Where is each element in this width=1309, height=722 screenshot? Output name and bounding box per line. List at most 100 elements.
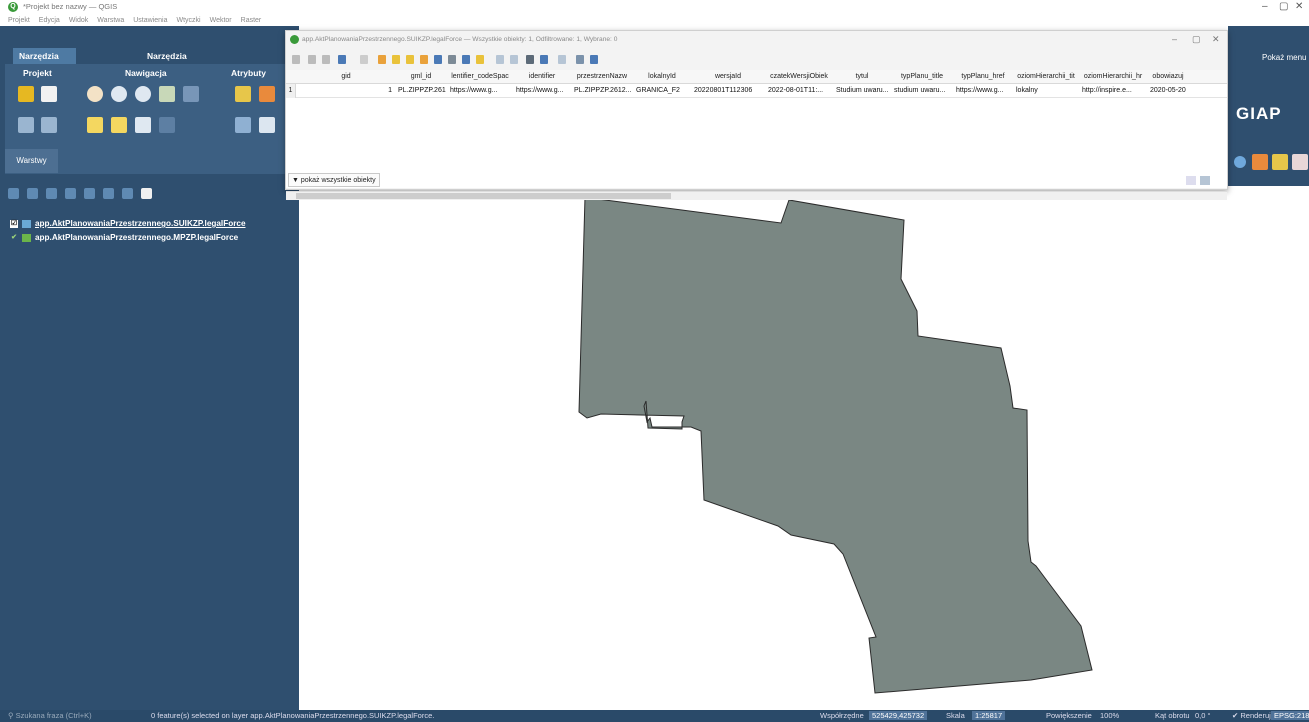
table-cell[interactable]: studium uwaru... bbox=[892, 84, 952, 98]
attribute-table-window[interactable]: app.AktPlanowaniaPrzestrzennego.SUIKZP.l… bbox=[285, 30, 1228, 200]
locator-search-input[interactable]: ⚲ Szukana fraza (Ctrl+K) bbox=[8, 711, 92, 720]
expand-all-icon[interactable] bbox=[103, 188, 114, 199]
remove-layer-icon[interactable] bbox=[141, 188, 152, 199]
layer-checkbox[interactable]: ✔ bbox=[10, 234, 18, 242]
table-cell[interactable]: https://www.g... bbox=[448, 84, 512, 98]
delete-field-icon[interactable] bbox=[540, 55, 548, 64]
table-cell[interactable]: GRANICA_F2 bbox=[634, 84, 690, 98]
table-view-icon[interactable] bbox=[1200, 176, 1210, 185]
show-all-features-button[interactable]: ▼ pokaż wszystkie obiekty bbox=[288, 173, 380, 187]
attr-close-button[interactable]: ✕ bbox=[1212, 34, 1220, 45]
table-cell[interactable]: PL.ZIPPZP.2612... bbox=[572, 84, 632, 98]
manage-map-themes-icon[interactable] bbox=[46, 188, 57, 199]
column-header[interactable]: typPlanu_title bbox=[892, 70, 952, 84]
row-number[interactable]: 1 bbox=[286, 84, 296, 98]
layer-item-suikzp[interactable]: ☑ app.AktPlanowaniaPrzestrzennego.SUIKZP.… bbox=[10, 217, 246, 231]
open-project-icon[interactable] bbox=[18, 86, 34, 102]
table-cell[interactable]: 1 bbox=[298, 84, 394, 98]
column-header[interactable]: gid bbox=[298, 70, 394, 84]
table-cell[interactable]: http://inspire.e... bbox=[1080, 84, 1146, 98]
menu-edycja[interactable]: Edycja bbox=[39, 17, 60, 24]
column-header[interactable]: gml_id bbox=[396, 70, 446, 84]
table-cell[interactable]: https://www.g... bbox=[514, 84, 570, 98]
reload-icon[interactable] bbox=[338, 55, 346, 64]
layer-item-mpzp[interactable]: ✔ app.AktPlanowaniaPrzestrzennego.MPZP.le… bbox=[10, 231, 246, 245]
table-cell[interactable]: 2022-08-01T11:... bbox=[766, 84, 832, 98]
invert-selection-icon[interactable] bbox=[420, 55, 428, 64]
select-features-icon[interactable] bbox=[1252, 154, 1268, 170]
print-layout-icon[interactable] bbox=[1292, 154, 1308, 170]
conditional-format-icon[interactable] bbox=[576, 55, 584, 64]
column-header[interactable]: wersjaId bbox=[692, 70, 764, 84]
menu-warstwa[interactable]: Warstwa bbox=[97, 17, 124, 24]
filter-legend-icon[interactable] bbox=[65, 188, 76, 199]
table-row[interactable]: 1 1 PL.ZIPPZP.2612... https://www.g... h… bbox=[286, 84, 1227, 98]
add-group-icon[interactable] bbox=[27, 188, 38, 199]
zoom-out-icon[interactable] bbox=[135, 86, 151, 102]
column-header[interactable]: lokalnyId bbox=[634, 70, 690, 84]
new-field-icon[interactable] bbox=[526, 55, 534, 64]
show-menu-button[interactable]: Pokaż menu bbox=[1262, 53, 1306, 62]
refresh-icon[interactable] bbox=[159, 117, 175, 133]
column-header[interactable]: lentifier_codeSpac bbox=[448, 70, 512, 84]
collapse-all-icon[interactable] bbox=[122, 188, 133, 199]
toggle-editing-icon[interactable] bbox=[292, 55, 300, 64]
table-cell[interactable]: https://www.g... bbox=[954, 84, 1012, 98]
select-icon[interactable] bbox=[259, 86, 275, 102]
open-layer-styling-icon[interactable] bbox=[8, 188, 19, 199]
identify-icon[interactable] bbox=[235, 86, 251, 102]
coords-field[interactable]: 525429,425732 bbox=[869, 711, 928, 720]
polygon-shape[interactable] bbox=[578, 196, 1093, 694]
render-toggle[interactable]: ✔ Renderuj bbox=[1232, 711, 1271, 720]
pan-to-selection-icon[interactable] bbox=[462, 55, 470, 64]
column-header[interactable]: przestrzenNazw bbox=[572, 70, 632, 84]
column-header[interactable]: tytul bbox=[834, 70, 890, 84]
measure-icon[interactable] bbox=[235, 117, 251, 133]
menu-ustawienia[interactable]: Ustawienia bbox=[133, 17, 167, 24]
table-cell[interactable]: 20220801T112306 bbox=[692, 84, 764, 98]
maximize-button[interactable]: ▢ bbox=[1279, 1, 1288, 12]
copy-icon[interactable] bbox=[496, 55, 504, 64]
rotation-field[interactable]: 0,0 ° bbox=[1195, 711, 1211, 720]
menu-wtyczki[interactable]: Wtyczki bbox=[176, 17, 200, 24]
menu-wektor[interactable]: Wektor bbox=[210, 17, 232, 24]
layer-checkbox[interactable]: ☑ bbox=[10, 219, 18, 228]
warstwy-button[interactable]: Warstwy bbox=[5, 149, 58, 173]
edit-attributes-icon[interactable] bbox=[1272, 154, 1288, 170]
move-selection-icon[interactable] bbox=[448, 55, 456, 64]
zoom-prev-icon[interactable] bbox=[87, 117, 103, 133]
horizontal-scrollbar[interactable] bbox=[286, 191, 1227, 200]
scrollbar-thumb[interactable] bbox=[296, 193, 671, 199]
save-project-icon[interactable] bbox=[18, 117, 34, 133]
table-cell[interactable]: 2020-05-20 bbox=[1148, 84, 1188, 98]
close-button[interactable]: ✕ bbox=[1295, 1, 1303, 12]
select-all-icon[interactable] bbox=[406, 55, 414, 64]
table-cell[interactable]: Studium uwaru... bbox=[834, 84, 890, 98]
table-cell[interactable]: lokalny bbox=[1014, 84, 1078, 98]
tab-narzedzia-zaawansowane[interactable]: Narzędzia zaawansowane bbox=[141, 48, 214, 77]
plugin-icon[interactable] bbox=[1234, 156, 1246, 168]
table-cell[interactable]: PL.ZIPPZP.2612... bbox=[396, 84, 446, 98]
zoom-layer-icon[interactable] bbox=[183, 86, 199, 102]
filter-icon[interactable] bbox=[434, 55, 442, 64]
column-header[interactable]: czatekWersjiObiek bbox=[766, 70, 832, 84]
menu-raster[interactable]: Raster bbox=[241, 17, 262, 24]
crs-button[interactable]: EPSG:2180 bbox=[1271, 711, 1309, 720]
zoom-in-icon[interactable] bbox=[111, 86, 127, 102]
attribute-table-icon[interactable] bbox=[259, 117, 275, 133]
column-header[interactable]: obowiazuj bbox=[1148, 70, 1188, 84]
attr-maximize-button[interactable]: ▢ bbox=[1192, 34, 1201, 45]
save-as-icon[interactable] bbox=[41, 117, 57, 133]
new-project-icon[interactable] bbox=[41, 86, 57, 102]
attr-minimize-button[interactable]: – bbox=[1172, 34, 1177, 44]
column-header[interactable]: oziomHierarchii_tit bbox=[1014, 70, 1078, 84]
minimize-button[interactable]: – bbox=[1262, 1, 1268, 12]
menu-widok[interactable]: Widok bbox=[69, 17, 88, 24]
column-header[interactable]: typPlanu_href bbox=[954, 70, 1012, 84]
delete-feature-icon[interactable] bbox=[378, 55, 386, 64]
column-header[interactable]: identifier bbox=[514, 70, 570, 84]
zoom-selection-icon[interactable] bbox=[135, 117, 151, 133]
map-canvas[interactable] bbox=[301, 186, 1309, 710]
zoom-to-selection-icon[interactable] bbox=[476, 55, 484, 64]
multi-edit-icon[interactable] bbox=[308, 55, 316, 64]
